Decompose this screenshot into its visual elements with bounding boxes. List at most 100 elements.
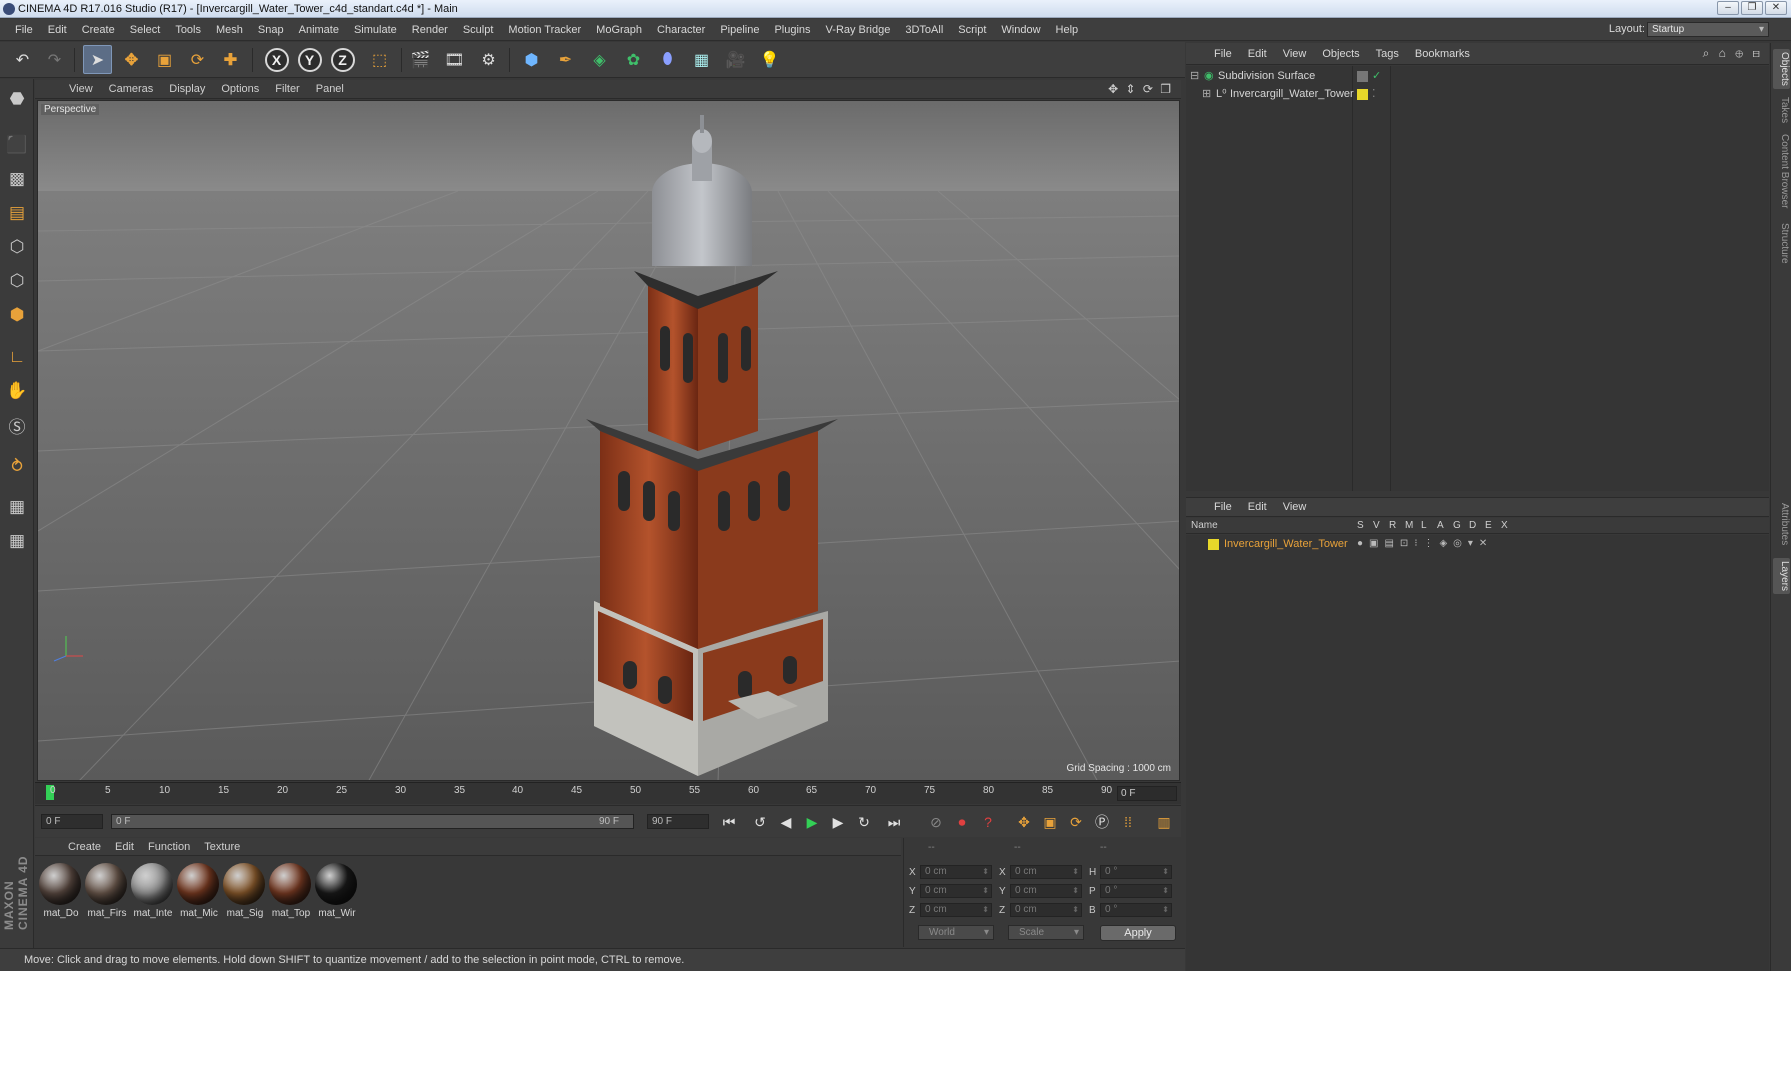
y-axis-icon[interactable]: Y — [295, 45, 324, 74]
next-frame-icon[interactable]: ▶ — [827, 811, 849, 833]
viewport-camera-label[interactable]: Perspective — [41, 104, 100, 115]
polygons-mode-icon[interactable]: ⬢ — [3, 301, 31, 329]
menu-animate[interactable]: Animate — [292, 24, 347, 36]
expand-icon[interactable]: ⊞ — [1202, 85, 1211, 103]
pos-z-field[interactable]: 0 cm — [920, 903, 992, 917]
menu-select[interactable]: Select — [123, 24, 169, 36]
close-button[interactable]: ✕ — [1765, 1, 1787, 15]
move-icon[interactable]: ✥ — [117, 45, 146, 74]
viewport-nav-icons[interactable]: ✥ ⇕ ⟳ ❐ — [1108, 82, 1173, 96]
layer-col-x[interactable]: X — [1501, 518, 1508, 534]
render-settings-icon[interactable]: ⚙ — [474, 45, 503, 74]
texture-mode-icon[interactable]: ▩ — [3, 165, 31, 193]
menu-snap[interactable]: Snap — [251, 24, 292, 36]
menu-create[interactable]: Create — [75, 24, 123, 36]
x-axis-icon[interactable]: X — [262, 45, 291, 74]
pos-x-field[interactable]: 0 cm — [920, 865, 992, 879]
viewport-menu-cameras[interactable]: Cameras — [101, 83, 162, 95]
tab-attributes[interactable]: Attributes — [1773, 498, 1790, 550]
z-axis-icon[interactable]: Z — [328, 45, 357, 74]
maximize-button[interactable]: ❐ — [1741, 1, 1763, 15]
start-frame-field[interactable]: 0 F — [41, 814, 103, 829]
layer-col-name[interactable]: Name — [1191, 518, 1218, 534]
camera-icon[interactable]: 🎥 — [721, 45, 750, 74]
menu-help[interactable]: Help — [1049, 24, 1087, 36]
layer-col-a[interactable]: A — [1437, 518, 1444, 534]
viewport-menu-view[interactable]: View — [61, 83, 101, 95]
key-position-icon[interactable]: ✥ — [1013, 811, 1035, 833]
menu-mograph[interactable]: MoGraph — [589, 24, 650, 36]
current-frame-field[interactable]: 0 F — [1117, 786, 1177, 801]
layer-color-swatch[interactable] — [1357, 89, 1368, 100]
menu-pipeline[interactable]: Pipeline — [713, 24, 767, 36]
select-arrow-icon[interactable]: ➤ — [83, 45, 112, 74]
material-swatch[interactable]: mat_Sig — [223, 863, 265, 919]
layer-col-v[interactable]: V — [1373, 518, 1380, 534]
menu-mesh[interactable]: Mesh — [209, 24, 251, 36]
tweak-mode-icon[interactable]: ✋ — [3, 377, 31, 405]
render-view-icon[interactable]: 🎬 — [406, 45, 435, 74]
material-swatch[interactable]: mat_Wir — [315, 863, 357, 919]
undo-icon[interactable]: ↶ — [8, 45, 37, 74]
size-y-field[interactable]: 0 cm — [1010, 884, 1082, 898]
layer-menu-file[interactable]: File — [1206, 501, 1240, 513]
object-manager-tools[interactable]: ⌕ ⌂ ⊕ ⊟ — [1703, 46, 1763, 61]
keyframe-selection-icon[interactable]: ? — [977, 811, 999, 833]
layer-col-s[interactable]: S — [1357, 518, 1364, 534]
coord-transform-dropdown[interactable]: Scale — [1008, 925, 1084, 940]
points-mode-icon[interactable]: ⬡ — [3, 233, 31, 261]
deformer-icon[interactable]: ⬮ — [653, 45, 682, 74]
apply-button[interactable]: Apply — [1100, 925, 1176, 941]
auto-key-icon[interactable]: ⏺ — [951, 811, 973, 833]
object-mode-icon[interactable]: ⬛ — [3, 131, 31, 159]
key-pla-icon[interactable]: ⁞⁞ — [1117, 811, 1139, 833]
menu-window[interactable]: Window — [994, 24, 1048, 36]
layer-menu-view[interactable]: View — [1275, 501, 1315, 513]
layer-menu-edit[interactable]: Edit — [1240, 501, 1275, 513]
key-scale-icon[interactable]: ▣ — [1039, 811, 1061, 833]
object-menu-tags[interactable]: Tags — [1368, 48, 1407, 60]
model-mode-icon[interactable]: ⬣ — [3, 85, 31, 113]
size-z-field[interactable]: 0 cm — [1010, 903, 1082, 917]
light-icon[interactable]: 💡 — [755, 45, 784, 74]
live-select-icon[interactable]: ✚ — [216, 45, 245, 74]
subdivision-icon[interactable]: ◈ — [585, 45, 614, 74]
material-swatch[interactable]: mat_Inte — [131, 863, 173, 919]
layer-col-m[interactable]: M — [1405, 518, 1413, 534]
record-icon[interactable]: ⊘ — [925, 811, 947, 833]
pos-y-field[interactable]: 0 cm — [920, 884, 992, 898]
layer-col-e[interactable]: E — [1485, 518, 1492, 534]
menu-motion-tracker[interactable]: Motion Tracker — [501, 24, 589, 36]
rotate-icon[interactable]: ⟳ — [183, 45, 212, 74]
rot-p-field[interactable]: 0 ° — [1100, 884, 1172, 898]
visibility-toggle[interactable] — [1357, 71, 1368, 82]
layer-col-g[interactable]: G — [1453, 518, 1461, 534]
material-menu-function[interactable]: Function — [141, 841, 197, 853]
end-frame-field[interactable]: 90 F — [647, 814, 709, 829]
timeline-ruler[interactable]: 0 5 10 15 20 25 30 35 40 45 50 55 60 65 … — [35, 782, 1181, 804]
goto-end-icon[interactable]: ⏭ — [883, 811, 905, 833]
redo-icon[interactable]: ↷ — [40, 45, 69, 74]
rot-h-field[interactable]: 0 ° — [1100, 865, 1172, 879]
object-row-water-tower[interactable]: ⊞ L⁰ Invercargill_Water_Tower ⁚ — [1186, 85, 1769, 103]
object-menu-file[interactable]: File — [1206, 48, 1240, 60]
menu-render[interactable]: Render — [405, 24, 456, 36]
object-menu-objects[interactable]: Objects — [1314, 48, 1367, 60]
menu-tools[interactable]: Tools — [168, 24, 209, 36]
menu-vray-bridge[interactable]: V-Ray Bridge — [819, 24, 899, 36]
layout-dropdown[interactable]: Startup — [1647, 22, 1769, 37]
tab-layers[interactable]: Layers — [1773, 558, 1790, 594]
menu-sculpt[interactable]: Sculpt — [456, 24, 502, 36]
material-swatch[interactable]: mat_Mic — [177, 863, 219, 919]
coord-mode-dropdown[interactable]: World — [918, 925, 994, 940]
frame-range-slider[interactable]: 0 F 90 F — [111, 814, 634, 829]
next-key-icon[interactable]: ↻ — [853, 811, 875, 833]
layer-color-swatch[interactable] — [1208, 539, 1219, 550]
viewport-menu-filter[interactable]: Filter — [267, 83, 307, 95]
material-swatch[interactable]: mat_Top — [269, 863, 311, 919]
layer-flag-icons[interactable]: ●▣▤⊡⁝⋮◈◎▾✕ — [1357, 535, 1493, 553]
object-menu-edit[interactable]: Edit — [1240, 48, 1275, 60]
goto-start-icon[interactable]: ⏮ — [718, 811, 740, 833]
menu-character[interactable]: Character — [650, 24, 713, 36]
object-menu-bookmarks[interactable]: Bookmarks — [1407, 48, 1478, 60]
